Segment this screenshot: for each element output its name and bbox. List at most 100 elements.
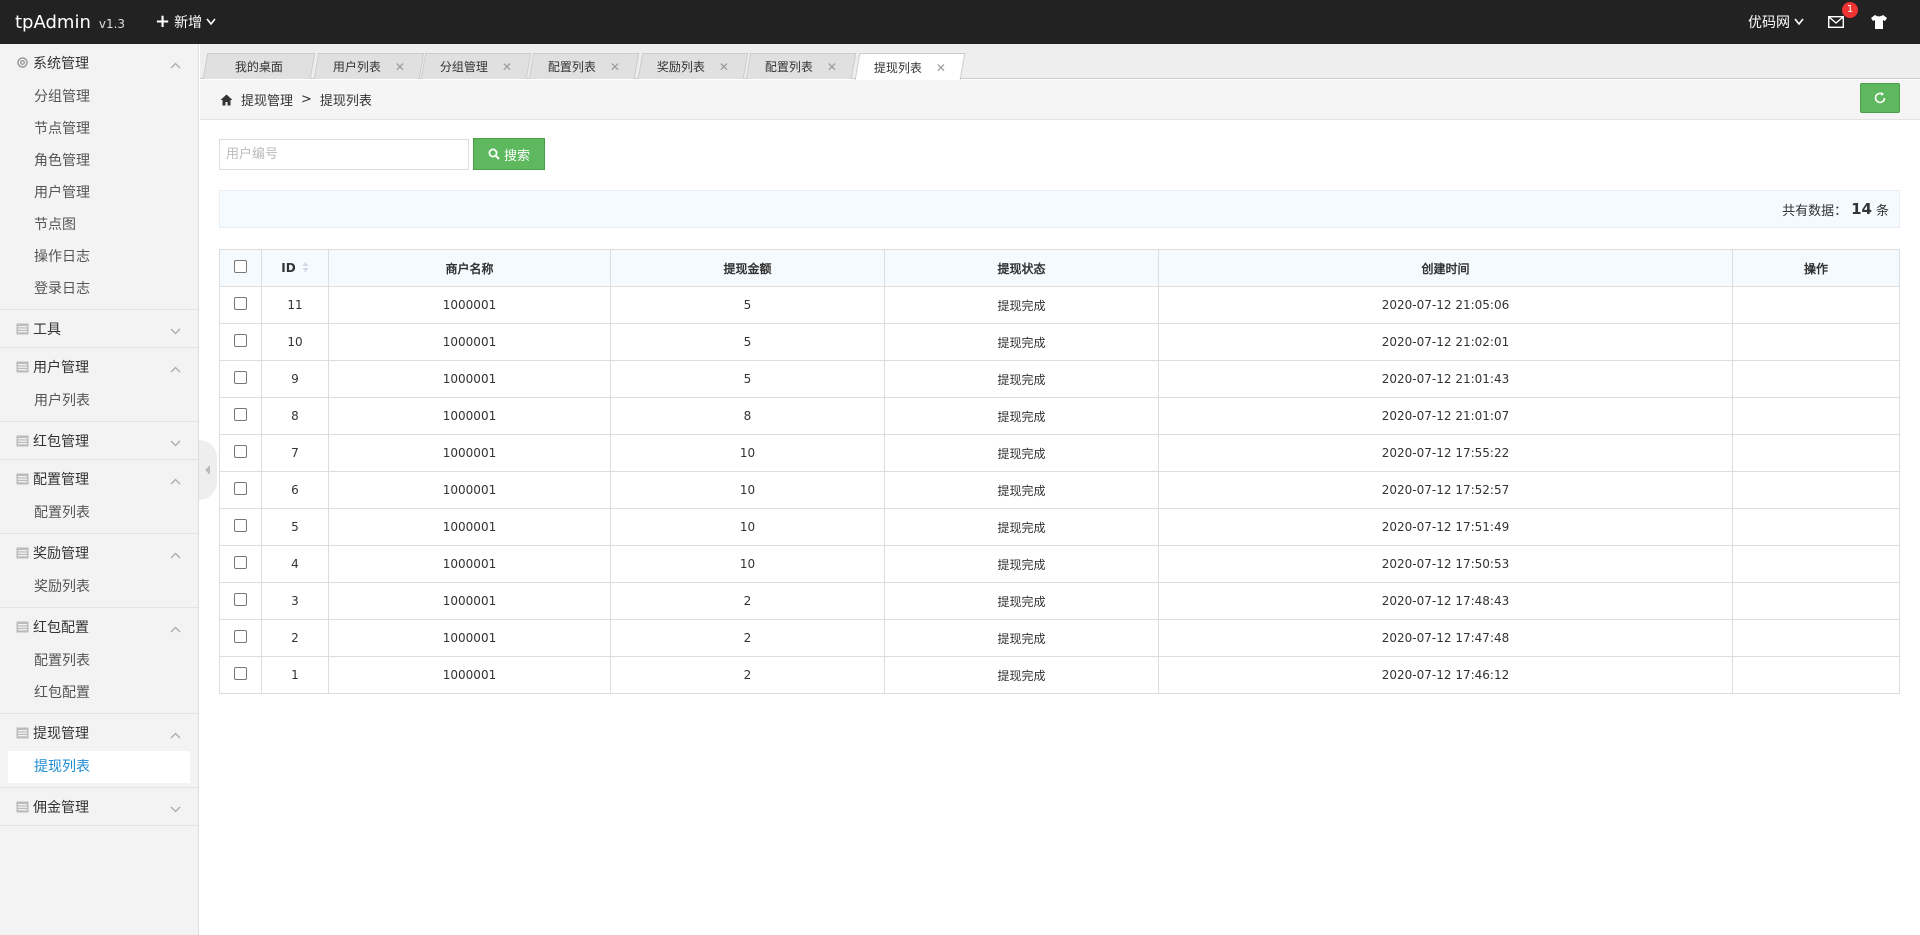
row-checkbox[interactable] [234, 593, 247, 606]
sidebar-item[interactable]: 节点图 [0, 209, 198, 241]
close-icon[interactable]: ✕ [719, 60, 729, 74]
breadcrumb-current: 提现列表 [319, 94, 372, 109]
cell-id: 5 [261, 508, 329, 546]
tab[interactable]: 奖励列表 ✕ [637, 53, 749, 79]
chevron-up-icon [170, 727, 181, 743]
sidebar-item[interactable]: 节点管理 [0, 113, 198, 145]
sidebar-collapse-handle[interactable] [199, 440, 217, 500]
select-all-cell [219, 249, 262, 287]
menu-list-icon [15, 726, 29, 740]
cell-id: 3 [261, 582, 329, 620]
new-menu-button[interactable]: + 新增 [155, 12, 216, 32]
cell-actions [1732, 286, 1900, 324]
sidebar-item[interactable]: 提现列表 [8, 751, 190, 783]
row-checkbox[interactable] [234, 519, 247, 532]
sidebar-item[interactable]: 用户列表 [0, 385, 198, 417]
refresh-button[interactable] [1860, 83, 1900, 113]
sidebar-item[interactable]: 操作日志 [0, 241, 198, 273]
tab[interactable]: 提现列表 ✕ [854, 53, 966, 80]
tab[interactable]: 分组管理 ✕ [420, 53, 532, 79]
skin-button[interactable] [1868, 11, 1890, 33]
messages-button[interactable]: 1 [1826, 2, 1858, 32]
search-button-label: 搜索 [503, 148, 530, 164]
table-row: 5 1000001 10 提现完成 2020-07-12 17:51:49 [219, 508, 1900, 546]
sidebar-group-header[interactable]: 配置管理 [0, 460, 198, 497]
menu-list-icon [15, 360, 29, 374]
cell-actions [1732, 323, 1900, 361]
sidebar-item[interactable]: 角色管理 [0, 145, 198, 177]
row-select-cell [219, 471, 262, 509]
row-checkbox[interactable] [234, 482, 247, 495]
brand[interactable]: tpAdmin v1.3 [15, 12, 125, 33]
sidebar-item[interactable]: 用户管理 [0, 177, 198, 209]
cell-id: 7 [261, 434, 329, 472]
sidebar-group-header[interactable]: 佣金管理 [0, 788, 198, 825]
close-icon[interactable]: ✕ [395, 60, 405, 74]
sidebar-group-label: 系统管理 [33, 55, 89, 72]
close-icon[interactable]: ✕ [610, 60, 620, 74]
sidebar-item[interactable]: 红包配置 [0, 677, 198, 709]
tab[interactable]: 配置列表 ✕ [745, 53, 857, 79]
row-checkbox[interactable] [234, 630, 247, 643]
sidebar-group-header[interactable]: 红包配置 [0, 608, 198, 645]
cell-actions [1732, 656, 1900, 694]
cell-status: 提现完成 [884, 545, 1159, 583]
cell-merchant: 1000001 [328, 434, 611, 472]
brand-name: tpAdmin [15, 11, 91, 33]
row-checkbox[interactable] [234, 297, 247, 310]
search-button[interactable]: 搜索 [473, 138, 545, 170]
tab[interactable]: 我的桌面 [202, 53, 316, 79]
row-checkbox[interactable] [234, 556, 247, 569]
user-id-search-input[interactable] [219, 139, 469, 170]
row-select-cell [219, 434, 262, 472]
sidebar-item[interactable]: 配置列表 [0, 645, 198, 677]
row-select-cell [219, 656, 262, 694]
cell-amount: 2 [610, 582, 885, 620]
user-menu[interactable]: 优码网 [1748, 12, 1804, 32]
cell-id: 4 [261, 545, 329, 583]
sidebar-group-header[interactable]: 提现管理 [0, 714, 198, 751]
search-icon [488, 148, 500, 160]
select-all-checkbox[interactable] [234, 260, 247, 273]
tab[interactable]: 配置列表 ✕ [528, 53, 640, 79]
cell-created: 2020-07-12 21:05:06 [1158, 286, 1733, 324]
close-icon[interactable]: ✕ [936, 60, 946, 74]
row-select-cell [219, 360, 262, 398]
record-count-bar: 共有数据： 14 条 [219, 190, 1900, 228]
breadcrumb-parent[interactable]: 提现管理 [241, 90, 293, 109]
cell-created: 2020-07-12 17:51:49 [1158, 508, 1733, 546]
sidebar-group-header[interactable]: 奖励管理 [0, 534, 198, 571]
sidebar-item[interactable]: 登录日志 [0, 273, 198, 305]
sidebar-group-header[interactable]: 工具 [0, 310, 198, 347]
row-checkbox[interactable] [234, 667, 247, 680]
sidebar-item[interactable]: 分组管理 [0, 81, 198, 113]
sidebar-item[interactable]: 配置列表 [0, 497, 198, 529]
row-checkbox[interactable] [234, 334, 247, 347]
close-icon[interactable]: ✕ [827, 60, 837, 74]
cell-status: 提现完成 [884, 286, 1159, 324]
sidebar-item[interactable]: 奖励列表 [0, 571, 198, 603]
sidebar-group-label: 红包管理 [33, 433, 89, 450]
cell-created: 2020-07-12 21:02:01 [1158, 323, 1733, 361]
cell-created: 2020-07-12 21:01:07 [1158, 397, 1733, 435]
close-icon[interactable]: ✕ [502, 60, 512, 74]
row-checkbox[interactable] [234, 408, 247, 421]
sidebar-group: 工具 [0, 310, 198, 348]
sidebar-group-header[interactable]: 红包管理 [0, 422, 198, 459]
table-row: 7 1000001 10 提现完成 2020-07-12 17:55:22 [219, 434, 1900, 472]
tab-bar: 我的桌面 用户列表 ✕ 分组管理 ✕ 配置列表 ✕ 奖励列表 ✕ 配置列表 ✕ 提现列表 ✕ [200, 44, 1920, 80]
row-checkbox[interactable] [234, 445, 247, 458]
tab[interactable]: 用户列表 ✕ [313, 53, 425, 79]
sidebar-group-header[interactable]: 用户管理 [0, 348, 198, 385]
home-icon [220, 94, 233, 105]
table-row: 11 1000001 5 提现完成 2020-07-12 21:05:06 [219, 286, 1900, 324]
sort-icon [302, 261, 309, 276]
cell-merchant: 1000001 [328, 360, 611, 398]
column-header-actions: 操作 [1732, 249, 1900, 287]
row-checkbox[interactable] [234, 371, 247, 384]
cell-id: 8 [261, 397, 329, 435]
sidebar-group: 红包管理 [0, 422, 198, 460]
chevron-up-icon [170, 547, 181, 563]
column-header-id[interactable]: ID [261, 249, 329, 287]
sidebar-group-header[interactable]: 系统管理 [0, 44, 198, 81]
